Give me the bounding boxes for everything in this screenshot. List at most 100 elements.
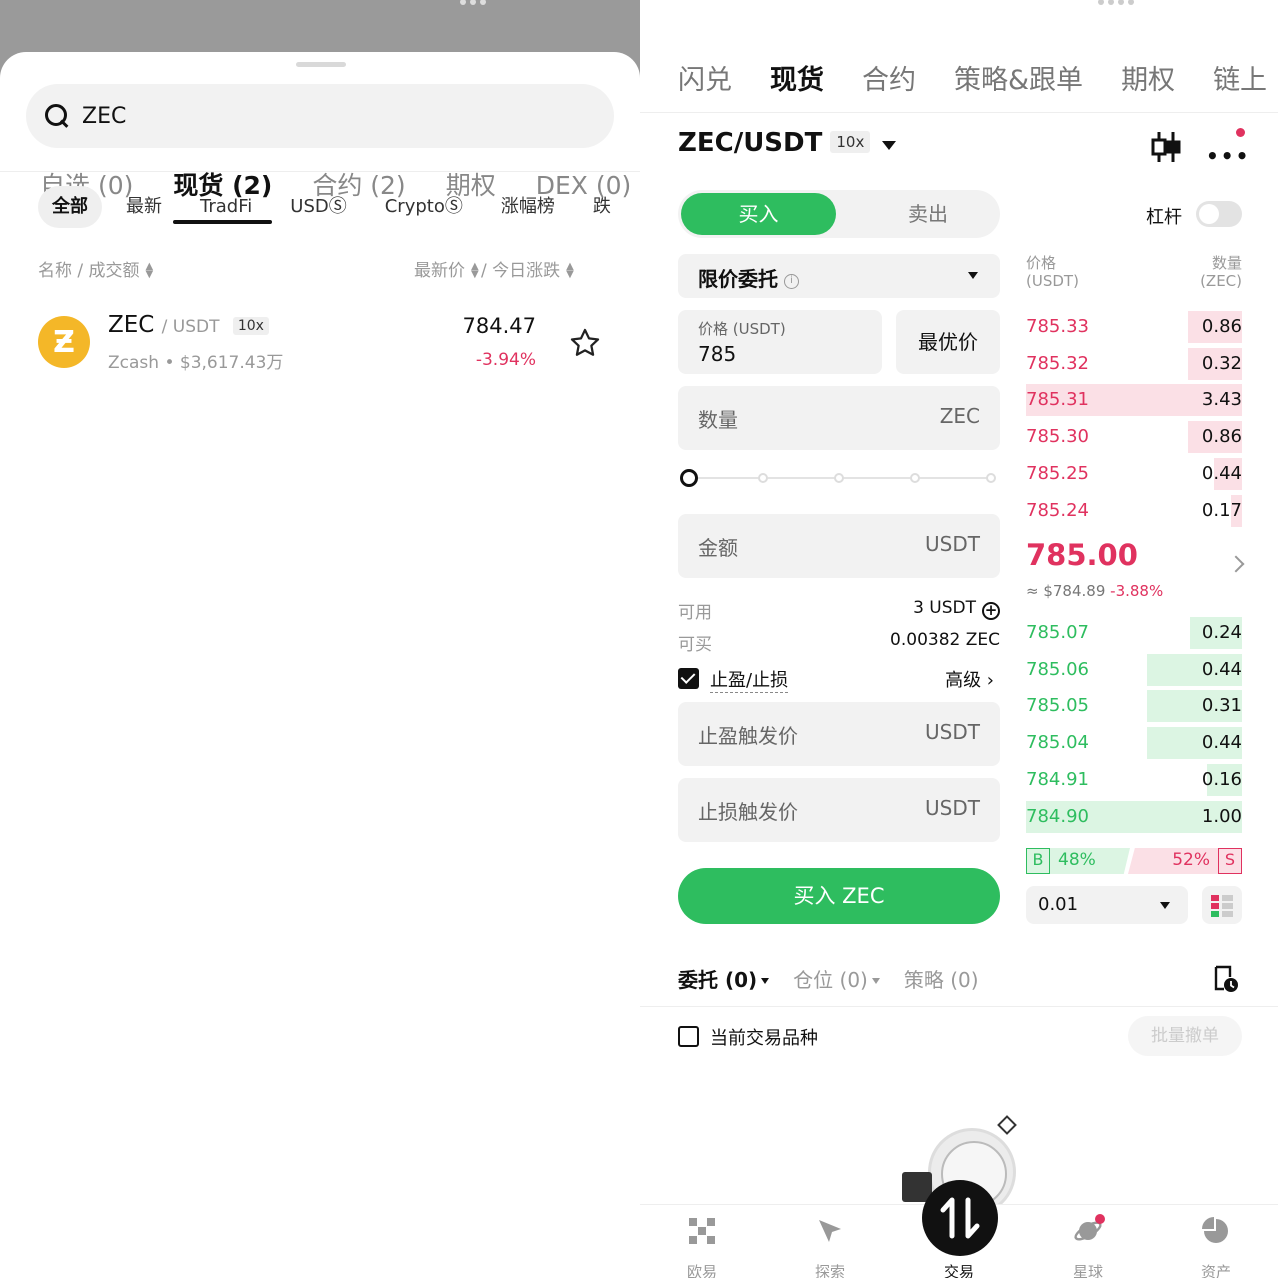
tabbar-assets[interactable]: 资产: [1176, 1215, 1256, 1278]
order-qty: 0.44: [1201, 462, 1242, 484]
status-bar-icons: [1098, 0, 1238, 5]
ask-row[interactable]: 785.31 3.43: [1026, 384, 1242, 417]
order-price: 785.33: [1026, 316, 1089, 337]
filter-chips: 全部 最新 TradFi USDⓈ CryptoⓈ 涨幅榜 跌: [38, 186, 628, 228]
depth-precision-select[interactable]: 0.01: [1026, 886, 1188, 924]
order-qty: 0.86: [1201, 426, 1242, 448]
star-icon[interactable]: [568, 326, 602, 360]
buy-ratio: 48%: [1058, 850, 1096, 870]
nav-onchain[interactable]: 链上: [1213, 58, 1267, 97]
price-input[interactable]: 价格 (USDT) 785: [678, 310, 882, 374]
orderbook-layout-icon[interactable]: [1202, 886, 1242, 924]
take-profit-input[interactable]: 止盈触发价 USDT: [678, 702, 1000, 766]
orders-divider: [640, 1006, 1278, 1007]
advanced-link[interactable]: 高级 ›: [945, 666, 994, 692]
nav-convert[interactable]: 闪兑: [678, 58, 732, 97]
current-pair-checkbox[interactable]: [678, 1026, 699, 1047]
chip-gainers[interactable]: 涨幅榜: [487, 186, 569, 228]
tabbar-home[interactable]: 欧易: [662, 1215, 742, 1278]
leverage-badge: 10x: [830, 131, 871, 153]
order-qty: 1.00: [1201, 805, 1242, 827]
percent-slider[interactable]: [680, 468, 998, 488]
chevron-right-icon[interactable]: [1227, 555, 1245, 573]
last-trade-price[interactable]: 785.00: [1026, 538, 1138, 572]
coin-subtitle: Zcash • $3,617.43万: [108, 353, 284, 373]
tabs-divider: [0, 171, 640, 172]
chip-all[interactable]: 全部: [38, 186, 102, 228]
coin-symbol: ZEC / USDT 10x: [108, 312, 269, 338]
order-qty: 0.86: [1201, 316, 1242, 337]
sort-icon: ▲ ▼: [471, 261, 479, 280]
bid-row[interactable]: 785.04 0.44: [1026, 727, 1242, 760]
tab-positions[interactable]: 仓位 (0): [793, 964, 880, 993]
ask-row[interactable]: 785.30 0.86: [1026, 421, 1242, 454]
chip-cryptos[interactable]: CryptoⓈ: [371, 186, 477, 228]
bid-row[interactable]: 785.05 0.31: [1026, 690, 1242, 723]
zcash-logo-icon: Ƶ: [38, 316, 90, 368]
add-funds-icon[interactable]: +: [982, 602, 1000, 620]
chip-losers[interactable]: 跌: [579, 186, 625, 228]
sell-tab[interactable]: 卖出: [878, 193, 978, 235]
orderbook-qty-header: 数量 (ZEC): [1200, 254, 1242, 290]
tab-open-orders[interactable]: 委托 (0): [678, 964, 770, 993]
status-bar-icons: [460, 0, 580, 5]
tpsl-checkbox[interactable]: [678, 668, 699, 689]
ask-row[interactable]: 785.24 0.17: [1026, 494, 1242, 527]
ask-row[interactable]: 785.33 0.86: [1026, 311, 1242, 343]
info-icon[interactable]: i: [784, 274, 799, 289]
compass-icon: [819, 1220, 841, 1242]
nav-spot[interactable]: 现货: [770, 58, 824, 97]
order-type-select[interactable]: 限价委托 i: [678, 254, 1000, 298]
list-item[interactable]: Ƶ ZEC / USDT 10x Zcash • $3,617.43万 784.…: [38, 312, 608, 382]
sort-name-volume[interactable]: 名称 / 成交额 ▲ ▼: [38, 256, 156, 281]
bid-row[interactable]: 784.91 0.16: [1026, 763, 1242, 796]
quantity-input[interactable]: 数量 ZEC: [678, 386, 1000, 450]
bid-row[interactable]: 785.06 0.44: [1026, 653, 1242, 686]
order-price: 785.07: [1026, 622, 1089, 643]
buy-zec-button[interactable]: 买入 ZEC: [678, 868, 1000, 924]
nav-options[interactable]: 期权: [1121, 58, 1175, 97]
order-price: 785.30: [1026, 426, 1089, 448]
chip-usds[interactable]: USDⓈ: [276, 186, 360, 228]
order-history-icon[interactable]: [1212, 964, 1240, 994]
slider-handle[interactable]: [680, 469, 698, 487]
cancel-all-button[interactable]: 批量撤单: [1128, 1016, 1242, 1056]
sheet-grabber[interactable]: [296, 62, 346, 67]
search-input[interactable]: ZEC: [26, 84, 614, 148]
chevron-down-icon[interactable]: [882, 141, 896, 150]
amount-input[interactable]: 金额 USDT: [678, 514, 1000, 578]
ask-row[interactable]: 785.32 0.32: [1026, 347, 1242, 380]
order-price: 785.31: [1026, 389, 1089, 411]
more-icon[interactable]: •••: [1206, 144, 1250, 168]
sort-price-change[interactable]: 最新价 ▲ ▼ / 今日涨跌 ▲ ▼: [414, 256, 576, 281]
notification-dot: [1095, 1214, 1105, 1224]
order-qty: 0.44: [1201, 658, 1242, 680]
candlestick-chart-icon[interactable]: [1150, 130, 1182, 164]
order-price: 785.24: [1026, 499, 1089, 521]
buy-sell-toggle: 买入 卖出: [678, 190, 1000, 238]
leverage-toggle[interactable]: [1196, 201, 1242, 227]
dropdown-icon: [968, 272, 978, 279]
chip-latest[interactable]: 最新: [112, 186, 176, 228]
best-price-button[interactable]: 最优价: [896, 310, 1000, 374]
trade-button[interactable]: [922, 1180, 998, 1256]
chip-tradfi[interactable]: TradFi: [186, 186, 266, 228]
pair-selector[interactable]: ZEC/USDT 10x: [678, 128, 871, 158]
search-sheet-pane: ZEC 自选 (0) 现货 (2) 合约 (2) 期权 DEX (0) 全部 最…: [0, 0, 640, 1278]
buy-tab[interactable]: 买入: [681, 193, 836, 235]
nav-strategy[interactable]: 策略&跟单: [954, 58, 1083, 97]
bid-row[interactable]: 784.90 1.00: [1026, 800, 1242, 833]
tab-strategies[interactable]: 策略 (0): [904, 964, 979, 993]
bid-row[interactable]: 785.07 0.24: [1026, 617, 1242, 649]
orderbook-price-header: 价格 (USDT): [1026, 254, 1079, 290]
stop-loss-input[interactable]: 止损触发价 USDT: [678, 778, 1000, 842]
sell-ratio: 52%: [1172, 850, 1210, 870]
dropdown-icon: [871, 978, 880, 984]
nav-futures[interactable]: 合约: [862, 58, 916, 97]
order-qty: 0.44: [1201, 732, 1242, 754]
tabbar-explore[interactable]: 探索: [790, 1215, 870, 1278]
ask-row[interactable]: 785.25 0.44: [1026, 457, 1242, 490]
tabbar-planet[interactable]: 星球: [1048, 1215, 1128, 1278]
last-price: 784.47: [462, 314, 536, 338]
diamond-icon[interactable]: [997, 1115, 1017, 1135]
